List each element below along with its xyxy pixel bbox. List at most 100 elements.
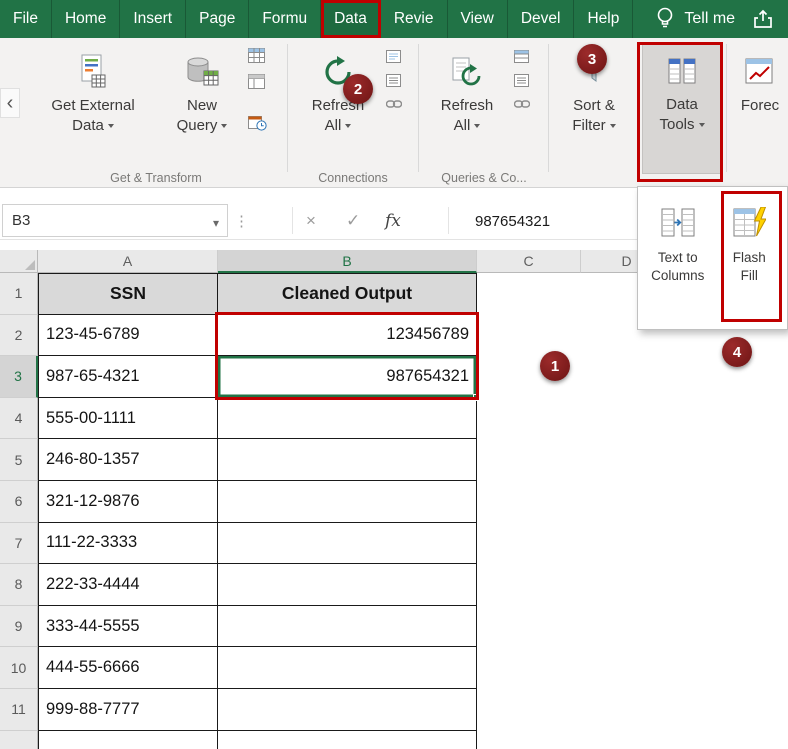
column-header-B[interactable]: B [218, 250, 477, 273]
cancel-icon[interactable]: × [306, 202, 316, 240]
cell-A6[interactable]: 321-12-9876 [38, 481, 218, 523]
cell-A5[interactable]: 246-80-1357 [38, 439, 218, 481]
row-header-8[interactable]: 8 [0, 564, 38, 606]
cell-D11[interactable] [581, 689, 788, 731]
enter-icon[interactable]: ✓ [346, 202, 360, 240]
cell-C5[interactable] [477, 439, 581, 481]
text-to-columns-button[interactable]: Text to Columns [644, 197, 712, 329]
row-header-10[interactable]: 10 [0, 647, 38, 689]
row-header-6[interactable]: 6 [0, 481, 38, 523]
sheet-row-5: 5246-80-1357 [0, 439, 788, 481]
cell-A10[interactable]: 444-55-6666 [38, 647, 218, 689]
cell-C2[interactable] [477, 315, 581, 357]
cell-C1[interactable] [477, 273, 581, 315]
cell-B5[interactable] [218, 439, 477, 481]
menu-tab-data[interactable]: Data [321, 0, 381, 38]
cell-A4[interactable]: 555-00-1111 [38, 398, 218, 440]
list-icon[interactable] [386, 74, 401, 87]
menu-tab-page[interactable]: Page [186, 0, 249, 38]
flash-fill-button[interactable]: Flash Fill [716, 197, 784, 329]
table-icon[interactable] [248, 48, 265, 63]
cell-D7[interactable] [581, 523, 788, 565]
row-header-9[interactable]: 9 [0, 606, 38, 648]
fill-handle[interactable] [473, 394, 480, 401]
ribbon-scroll-left-button[interactable]: ‹ [0, 88, 20, 118]
cell-A9[interactable]: 333-44-5555 [38, 606, 218, 648]
tell-me[interactable]: Tell me [655, 0, 735, 38]
cell-D9[interactable] [581, 606, 788, 648]
menu-tab-home[interactable]: Home [52, 0, 120, 38]
select-all-corner[interactable] [0, 250, 38, 273]
row-header-1[interactable]: 1 [0, 273, 38, 315]
cell-A7[interactable]: 111-22-3333 [38, 523, 218, 565]
row-header-3[interactable]: 3 [0, 356, 38, 398]
list-icon[interactable] [514, 74, 529, 87]
share-button[interactable] [752, 0, 788, 38]
row-header-7[interactable]: 7 [0, 523, 38, 565]
menu-tab-help[interactable]: Help [574, 0, 633, 38]
refresh-all-button[interactable]: Refresh All [295, 46, 381, 170]
menu-tab-view[interactable]: View [448, 0, 508, 38]
cell-C6[interactable] [477, 481, 581, 523]
cell-D6[interactable] [581, 481, 788, 523]
cell-D10[interactable] [581, 647, 788, 689]
cell-C11[interactable] [477, 689, 581, 731]
cell-B7[interactable] [218, 523, 477, 565]
cell-A8[interactable]: 222-33-4444 [38, 564, 218, 606]
cell-D5[interactable] [581, 439, 788, 481]
menu-tab-label: Revie [394, 10, 434, 28]
recent-sources-icon[interactable] [248, 74, 265, 89]
row-header-5[interactable]: 5 [0, 439, 38, 481]
link-icon[interactable] [514, 98, 530, 110]
cell-B3[interactable]: 987654321 [218, 356, 477, 398]
cell-D4[interactable] [581, 398, 788, 440]
cell-A3[interactable]: 987-65-4321 [38, 356, 218, 398]
cell-D-partial[interactable] [581, 731, 788, 749]
cell-B9[interactable] [218, 606, 477, 648]
cell-A1[interactable]: SSN [38, 273, 218, 315]
name-box-caret-icon[interactable]: ▾ [213, 216, 219, 230]
formula-input[interactable]: 987654321 [475, 202, 550, 240]
menu-tab-insert[interactable]: Insert [120, 0, 186, 38]
properties-icon[interactable] [386, 50, 401, 63]
column-header-C[interactable]: C [477, 250, 581, 273]
menu-tab-formu[interactable]: Formu [249, 0, 321, 38]
cell-C8[interactable] [477, 564, 581, 606]
show-queries-icon[interactable] [514, 50, 529, 63]
column-header-A[interactable]: A [38, 250, 218, 273]
cell-B11[interactable] [218, 689, 477, 731]
menu-tab-revie[interactable]: Revie [381, 0, 448, 38]
new-query-button[interactable]: New Query [160, 46, 244, 170]
cell-A-partial[interactable] [38, 731, 218, 749]
link-icon[interactable] [386, 98, 402, 110]
menu-tab-file[interactable]: File [0, 0, 52, 38]
calendar-clock-icon[interactable] [248, 114, 267, 131]
cell-D8[interactable] [581, 564, 788, 606]
row-header-2[interactable]: 2 [0, 315, 38, 357]
cell-C9[interactable] [477, 606, 581, 648]
get-external-data-button[interactable]: Get External Data [34, 46, 152, 170]
cell-C10[interactable] [477, 647, 581, 689]
refresh-all-queries-button[interactable]: Refresh All [424, 46, 510, 170]
formula-bar-drag-handle[interactable]: ⋮ [234, 202, 249, 240]
row-header-11[interactable]: 11 [0, 689, 38, 731]
cell-B-partial[interactable] [218, 731, 477, 749]
menu-tab-devel[interactable]: Devel [508, 0, 575, 38]
data-tools-button[interactable]: Data Tools [642, 44, 722, 174]
cell-A11[interactable]: 999-88-7777 [38, 689, 218, 731]
cell-B10[interactable] [218, 647, 477, 689]
row-header-4[interactable]: 4 [0, 398, 38, 440]
cell-B1[interactable]: Cleaned Output [218, 273, 477, 315]
forecast-button[interactable]: Forec [732, 46, 788, 170]
cell-C7[interactable] [477, 523, 581, 565]
cell-B2[interactable]: 123456789 [218, 315, 477, 357]
cell-C4[interactable] [477, 398, 581, 440]
name-box[interactable]: B3 ▾ [2, 204, 228, 237]
cell-B4[interactable] [218, 398, 477, 440]
cell-C-partial[interactable] [477, 731, 581, 749]
insert-function-button[interactable]: fx [385, 202, 401, 240]
cell-D3[interactable] [581, 356, 788, 398]
cell-B8[interactable] [218, 564, 477, 606]
cell-A2[interactable]: 123-45-6789 [38, 315, 218, 357]
cell-B6[interactable] [218, 481, 477, 523]
